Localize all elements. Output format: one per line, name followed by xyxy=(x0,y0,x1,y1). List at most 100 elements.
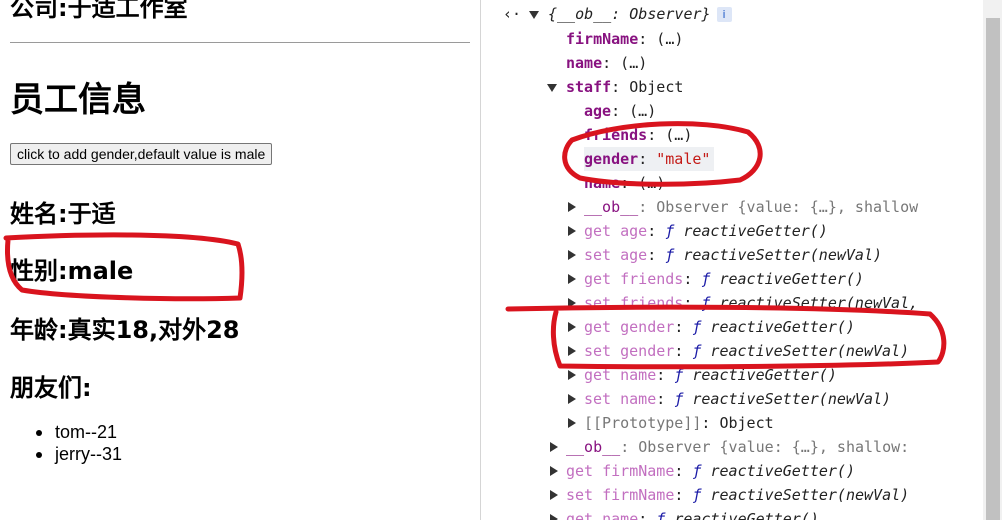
tree-key: get age xyxy=(584,222,648,240)
tree-row[interactable]: get name: ƒ reactiveGetter() xyxy=(584,363,837,387)
tree-key: name xyxy=(566,54,603,72)
tree-row[interactable]: __ob__: Observer {value: {…}, shallow xyxy=(584,195,918,219)
tree-row[interactable]: staff: Object xyxy=(566,75,683,99)
function-symbol: ƒ xyxy=(674,390,684,408)
tree-key: __ob__ xyxy=(566,438,621,456)
scrollbar-thumb[interactable] xyxy=(986,18,1000,520)
tree-sep: : xyxy=(683,270,702,288)
company-heading: 公司:于适工作室 xyxy=(10,0,188,22)
expand-toggle-icon[interactable] xyxy=(550,466,558,476)
tree-sep: : xyxy=(656,366,675,384)
vue-page: 公司:于适工作室 员工信息 click to add gender,defaul… xyxy=(0,0,480,520)
expand-toggle-icon[interactable] xyxy=(568,322,576,332)
expand-toggle-icon[interactable] xyxy=(568,298,576,308)
tree-row[interactable]: name: (…) xyxy=(584,171,665,195)
tree-value: : (…) xyxy=(647,126,693,144)
tree-key: name xyxy=(584,174,621,192)
tree-sep: : xyxy=(674,318,693,336)
expand-toggle-icon[interactable] xyxy=(568,202,576,212)
function-call: reactiveGetter() xyxy=(683,366,837,384)
expand-toggle-icon[interactable] xyxy=(568,346,576,356)
tree-key: __ob__ xyxy=(584,198,639,216)
list-item: jerry--31 xyxy=(36,443,122,465)
tree-value: : (…) xyxy=(638,30,684,48)
tree-row[interactable]: friends: (…) xyxy=(584,123,692,147)
info-icon[interactable]: i xyxy=(716,7,732,22)
tree-row[interactable]: get firmName: ƒ reactiveGetter() xyxy=(566,459,855,483)
function-call: reactiveGetter() xyxy=(701,318,855,336)
tree-sep: : xyxy=(674,342,693,360)
expand-toggle-icon[interactable] xyxy=(568,394,576,404)
tree-value: : (…) xyxy=(602,54,648,72)
tree-value: : xyxy=(638,150,657,168)
friends-heading: 朋友们: xyxy=(10,374,92,402)
expand-toggle-icon[interactable] xyxy=(568,418,576,428)
tree-row[interactable]: set age: ƒ reactiveSetter(newVal) xyxy=(584,243,882,267)
tree-key: age xyxy=(584,102,612,120)
function-call: reactiveGetter() xyxy=(674,222,828,240)
tree-key: get name xyxy=(584,366,657,384)
string-value: "male" xyxy=(656,150,711,168)
tree-key: staff xyxy=(566,78,612,96)
tree-row[interactable]: __ob__: Observer {value: {…}, shallow: xyxy=(566,435,909,459)
tree-value: : Observer {value: {…}, shallow xyxy=(638,198,919,216)
expand-toggle-icon[interactable] xyxy=(529,11,539,19)
tree-key: set name xyxy=(584,390,657,408)
tree-key: set age xyxy=(584,246,648,264)
tree-sep: : xyxy=(674,486,693,504)
tree-row[interactable]: get friends: ƒ reactiveGetter() xyxy=(584,267,864,291)
tree-row[interactable]: get gender: ƒ reactiveGetter() xyxy=(584,315,855,339)
tree-row[interactable]: [[Prototype]]: Object xyxy=(584,411,774,435)
staff-name: 姓名:于适 xyxy=(10,200,116,228)
root-label: {__ob__: Observer} xyxy=(548,5,711,23)
function-symbol: ƒ xyxy=(665,222,675,240)
staff-gender: 性别:male xyxy=(10,257,134,285)
expand-toggle-icon[interactable] xyxy=(550,514,558,520)
function-call: reactiveSetter(newVal) xyxy=(701,486,910,504)
expand-toggle-icon[interactable] xyxy=(568,370,576,380)
tree-row[interactable]: set friends: ƒ reactiveSetter(newVal, xyxy=(584,291,918,315)
expand-toggle-icon[interactable] xyxy=(550,490,558,500)
tree-sep: : xyxy=(656,390,675,408)
staff-age: 年龄:真实18,对外28 xyxy=(10,316,240,344)
tree-row-gender[interactable]: gender: "male" xyxy=(584,147,715,171)
function-symbol: ƒ xyxy=(665,246,675,264)
function-call: reactiveSetter(newVal) xyxy=(674,246,883,264)
tree-value: : (…) xyxy=(611,102,657,120)
tree-key: get name xyxy=(566,510,639,520)
tree-sep: : xyxy=(638,510,657,520)
tree-key: gender xyxy=(584,150,639,168)
expand-toggle-icon[interactable] xyxy=(547,84,557,92)
tree-row[interactable]: firmName: (…) xyxy=(566,27,683,51)
console-back-arrow[interactable]: ‹· xyxy=(503,2,521,26)
expand-toggle-icon[interactable] xyxy=(568,250,576,260)
tree-value: : Object xyxy=(701,414,774,432)
function-call: reactiveSetter(newVal, xyxy=(710,294,919,312)
tree-row[interactable]: set gender: ƒ reactiveSetter(newVal) xyxy=(584,339,909,363)
function-call: reactiveGetter() xyxy=(710,270,864,288)
function-call: reactiveGetter() xyxy=(701,462,855,480)
tree-key: friends xyxy=(584,126,648,144)
add-gender-button[interactable]: click to add gender,default value is mal… xyxy=(10,143,273,165)
friends-list: tom--21 jerry--31 xyxy=(36,421,122,465)
tree-key: set firmName xyxy=(566,486,675,504)
expand-toggle-icon[interactable] xyxy=(568,274,576,284)
tree-key: firmName xyxy=(566,30,639,48)
tree-row[interactable]: get age: ƒ reactiveGetter() xyxy=(584,219,828,243)
function-call: reactiveSetter(newVal) xyxy=(683,390,892,408)
tree-row[interactable]: set name: ƒ reactiveSetter(newVal) xyxy=(584,387,891,411)
expand-toggle-icon[interactable] xyxy=(568,226,576,236)
divider xyxy=(10,42,470,43)
tree-row[interactable]: get name: ƒ reactiveGetter() xyxy=(566,507,819,520)
tree-root[interactable]: {__ob__: Observer} i xyxy=(548,2,732,26)
tree-row[interactable]: name: (…) xyxy=(566,51,647,75)
console-scrollbar[interactable] xyxy=(983,0,1002,520)
list-item: tom--21 xyxy=(36,421,122,443)
tree-sep: : xyxy=(683,294,702,312)
tree-row[interactable]: age: (…) xyxy=(584,99,656,123)
function-call: reactiveGetter() xyxy=(665,510,819,520)
expand-toggle-icon[interactable] xyxy=(550,442,558,452)
tree-row[interactable]: set firmName: ƒ reactiveSetter(newVal) xyxy=(566,483,909,507)
function-call: reactiveSetter(newVal) xyxy=(701,342,910,360)
tree-key: [[Prototype]] xyxy=(584,414,702,432)
